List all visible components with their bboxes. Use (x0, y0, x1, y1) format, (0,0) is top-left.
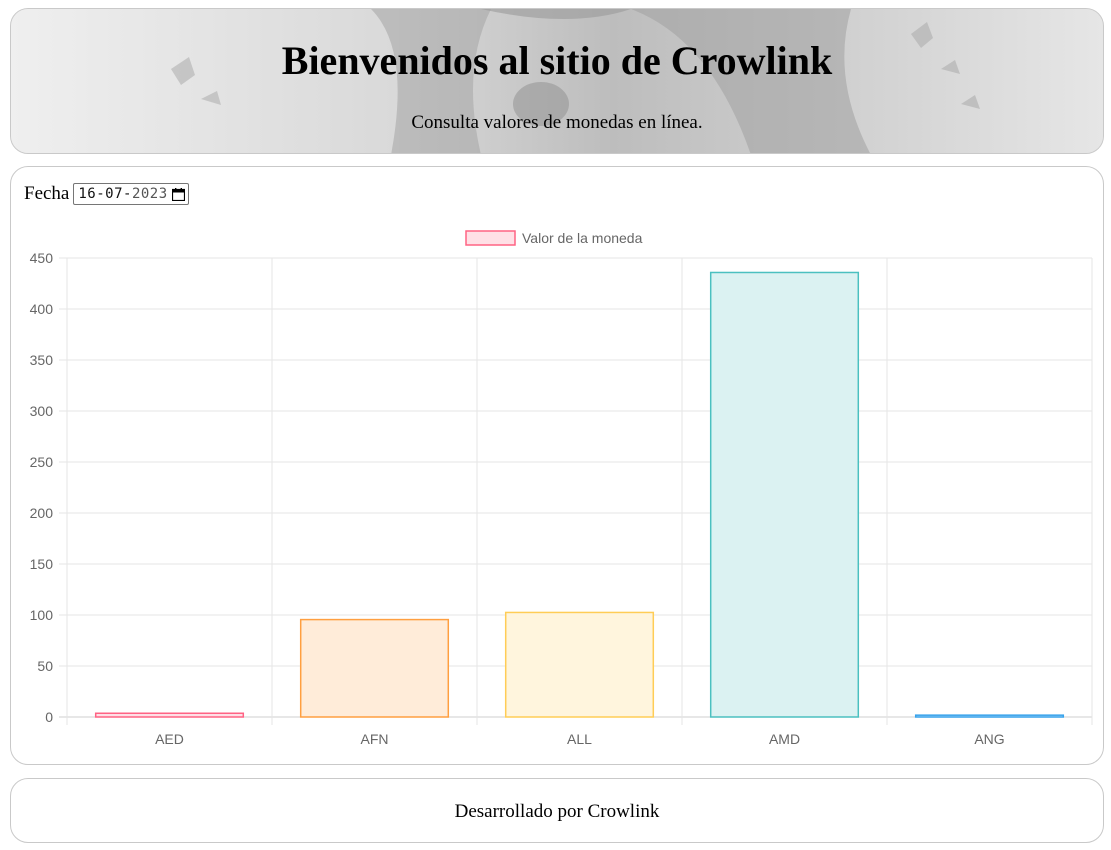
x-tick-label: AED (155, 731, 184, 747)
x-tick-label: ALL (567, 731, 592, 747)
y-tick-label: 0 (45, 709, 53, 725)
y-tick-label: 350 (30, 352, 54, 368)
y-tick-label: 100 (30, 607, 54, 623)
y-tick-label: 250 (30, 454, 54, 470)
calendar-icon[interactable] (171, 187, 185, 201)
date-label: Fecha (24, 183, 70, 204)
x-tick-label: AMD (769, 731, 800, 747)
legend-swatch (465, 230, 516, 246)
x-tick-label: ANG (974, 731, 1004, 747)
y-tick-label: 200 (30, 505, 54, 521)
legend-label: Valor de la moneda (522, 230, 643, 246)
y-tick-label: 50 (37, 658, 53, 674)
bar-all (504, 611, 655, 718)
bar-afn (299, 618, 450, 718)
y-tick-label: 150 (30, 556, 54, 572)
bar-ang (914, 714, 1065, 718)
y-tick-label: 400 (30, 301, 54, 317)
footer-credit: Desarrollado por Crowlink (454, 801, 660, 822)
header-banner: Bienvenidos al sitio de Crowlink Consult… (10, 8, 1104, 154)
bar-aed (94, 712, 245, 718)
date-year: 2023 (131, 186, 168, 202)
y-tick-label: 450 (30, 250, 54, 266)
page-title: Bienvenidos al sitio de Crowlink (281, 38, 833, 83)
y-tick-label: 300 (30, 403, 54, 419)
date-day-month: 16-07- (78, 186, 132, 202)
date-input[interactable]: 16-07-2023 (73, 183, 189, 205)
bar-amd (709, 271, 860, 718)
footer: Desarrollado por Crowlink (10, 778, 1104, 843)
date-filter: Fecha 16-07-2023 (24, 182, 189, 206)
currency-bar-chart: 0 50 100 150 200 250 300 350 400 450 AED AFN ALL AMD A… (30, 230, 1093, 747)
main-panel: 0 50 100 150 200 250 300 350 400 450 AED AFN ALL AMD A… (10, 166, 1104, 765)
page-subtitle: Consulta valores de monedas en línea. (411, 112, 703, 133)
x-tick-label: AFN (361, 731, 389, 747)
